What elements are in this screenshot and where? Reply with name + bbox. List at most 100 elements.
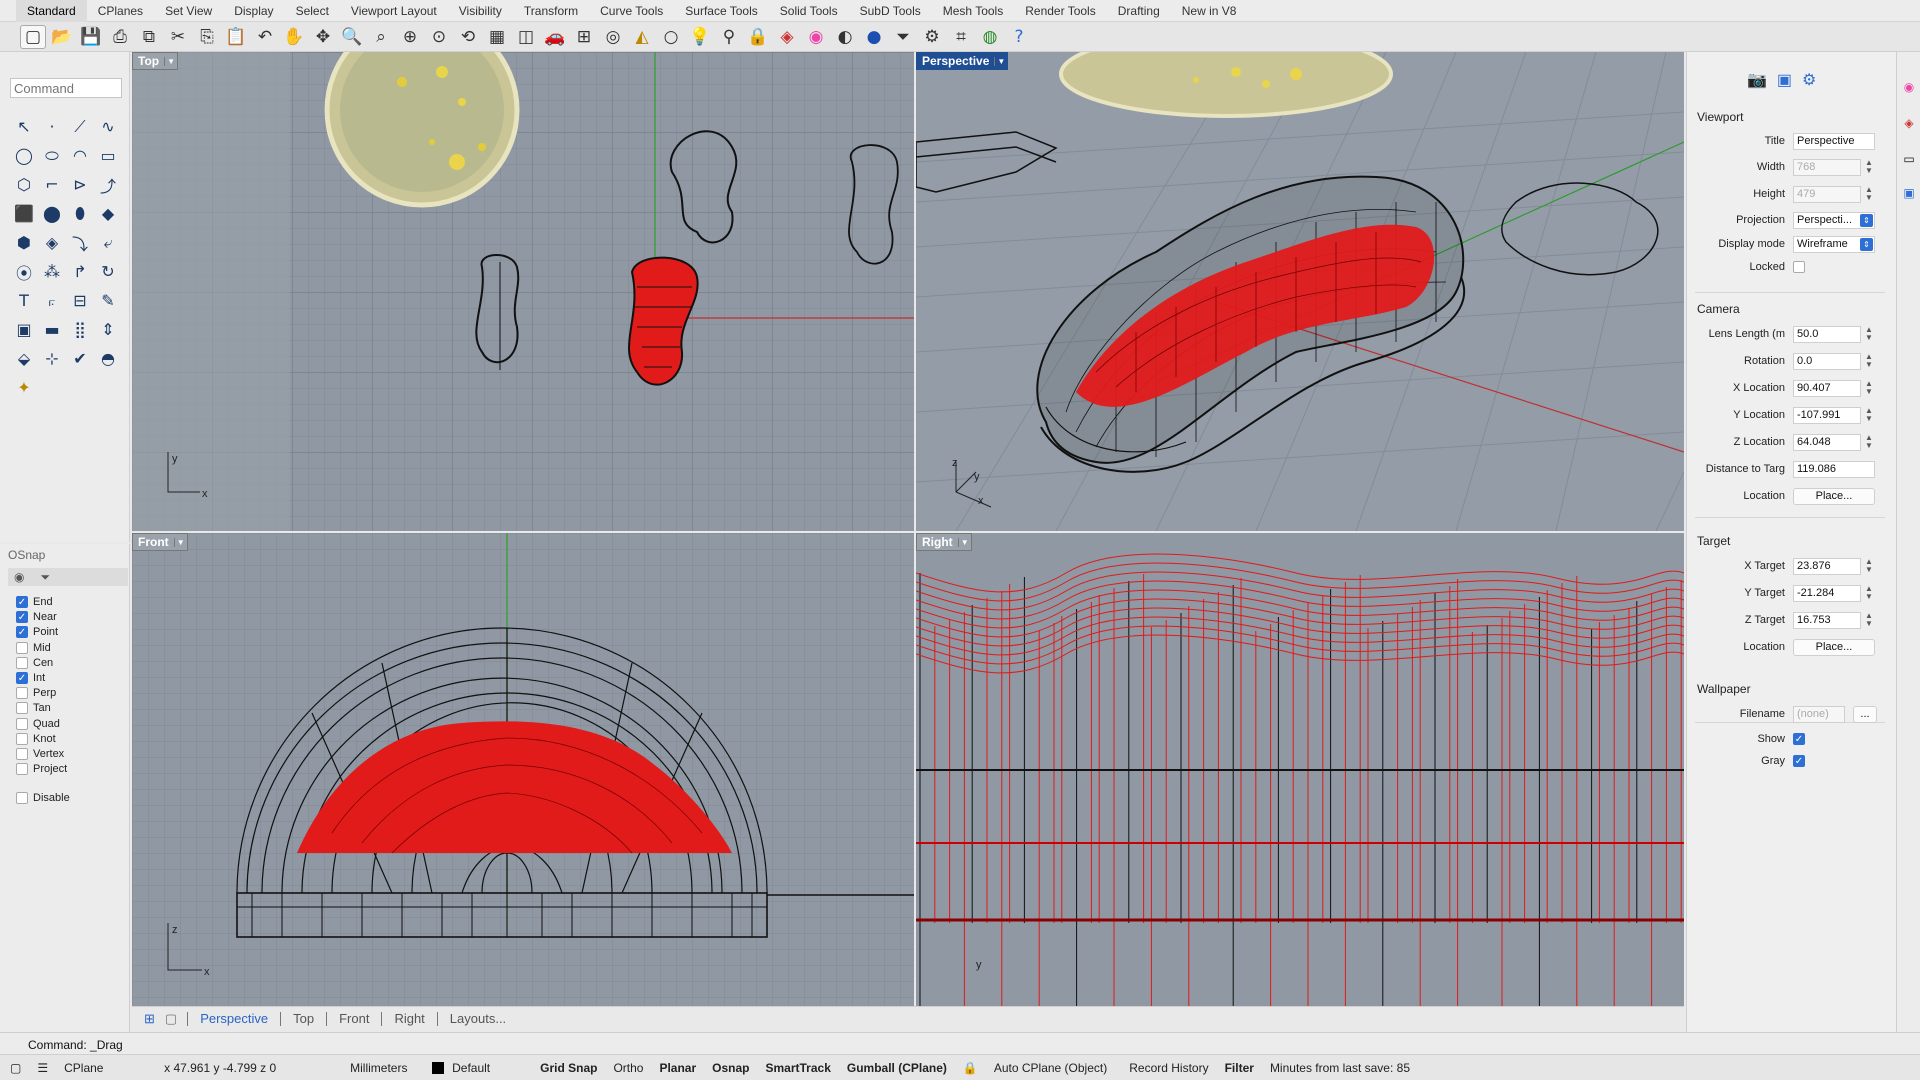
split-icon[interactable]: ⤶: [94, 228, 122, 257]
cylinder-icon[interactable]: ⬮: [66, 199, 94, 228]
transform-icon[interactable]: ⇕: [94, 315, 122, 344]
options-gear-icon[interactable]: ⚙: [919, 25, 945, 49]
pen-icon[interactable]: ✎: [94, 286, 122, 315]
x-target-stepper-icon[interactable]: ▲ ▼: [1864, 558, 1874, 574]
curve-icon[interactable]: ∿: [94, 112, 122, 141]
layers-icon[interactable]: ◈: [1902, 116, 1916, 130]
dimension-icon[interactable]: ⟔: [38, 286, 66, 315]
offset-icon[interactable]: ⊳: [66, 170, 94, 199]
print-icon[interactable]: ⎙: [107, 25, 133, 49]
projection-select[interactable]: Perspecti... ⇕: [1793, 211, 1875, 229]
osnap-item-project[interactable]: Project: [16, 763, 67, 776]
chevron-down-icon[interactable]: ▼: [173, 537, 187, 547]
status-filter[interactable]: Filter: [1217, 1061, 1262, 1075]
osnap-checkbox[interactable]: [16, 763, 28, 776]
arc-icon[interactable]: ◠: [66, 141, 94, 170]
layers-icon[interactable]: ◈: [774, 25, 800, 49]
chevron-down-icon[interactable]: ▼: [994, 56, 1007, 66]
show-checkbox[interactable]: ✓: [1793, 733, 1805, 745]
osnap-checkbox[interactable]: [16, 748, 28, 760]
bend-icon[interactable]: ↱: [66, 257, 94, 286]
status-grid-snap[interactable]: Grid Snap: [532, 1061, 605, 1075]
bulb-icon[interactable]: ⚲: [716, 25, 742, 49]
subd-icon[interactable]: ⬢: [10, 228, 38, 257]
y-location-field[interactable]: -107.991: [1793, 406, 1861, 424]
zoom-icon[interactable]: 🔍: [339, 25, 365, 49]
osnap-item-vertex[interactable]: Vertex: [16, 748, 64, 760]
osnap-checkbox[interactable]: [16, 732, 28, 745]
x-location-field[interactable]: 90.407: [1793, 379, 1861, 397]
z-target-field[interactable]: 16.753: [1793, 611, 1861, 629]
grid-icon[interactable]: ⊞: [571, 25, 597, 49]
z-target-stepper-icon[interactable]: ▲ ▼: [1864, 612, 1874, 628]
osnap-checkbox[interactable]: ✓: [16, 596, 28, 608]
rotate-view-icon[interactable]: ⟲: [455, 25, 481, 49]
text-icon[interactable]: T: [10, 286, 38, 315]
tab-surface-tools[interactable]: Surface Tools: [674, 0, 769, 22]
grid-snap-icon[interactable]: ⌗: [948, 25, 974, 49]
y-target-field[interactable]: -21.284: [1793, 584, 1861, 602]
vp-tab-layouts[interactable]: Layouts...: [438, 1011, 518, 1026]
tab-set-view[interactable]: Set View: [154, 0, 223, 22]
osnap-item-quad[interactable]: Quad: [16, 717, 60, 730]
status-cplane[interactable]: CPlane: [56, 1061, 156, 1075]
command-line[interactable]: Command: _Drag: [0, 1032, 1920, 1056]
filter-icon[interactable]: ⏷: [890, 25, 916, 49]
osnap-item-point[interactable]: ✓ Point: [16, 626, 58, 639]
lens-stepper-icon[interactable]: ▲ ▼: [1864, 326, 1874, 342]
browse-button[interactable]: ...: [1853, 705, 1877, 723]
z-location-stepper-icon[interactable]: ▲ ▼: [1864, 434, 1874, 450]
sphere-icon[interactable]: ○: [658, 25, 684, 49]
osnap-tab-icon[interactable]: ◉: [14, 570, 24, 584]
osnap-checkbox[interactable]: [16, 641, 28, 654]
viewport-label-perspective[interactable]: Perspective ▼: [916, 52, 1009, 70]
osnap-checkbox[interactable]: ✓: [16, 672, 28, 684]
shade-icon[interactable]: ◭: [629, 25, 655, 49]
status-gumball[interactable]: Gumball (CPlane): [839, 1061, 955, 1075]
pan-hand-icon[interactable]: ✋: [281, 25, 307, 49]
box-icon[interactable]: ⬛: [10, 199, 38, 228]
four-view-layout-icon[interactable]: ⊞: [144, 1011, 155, 1027]
gray-checkbox[interactable]: ✓: [1793, 755, 1805, 767]
wireframe-icon[interactable]: ◎: [600, 25, 626, 49]
render-icon[interactable]: 💡: [687, 25, 713, 49]
four-viewports-icon[interactable]: ▦: [484, 25, 510, 49]
camera-icon[interactable]: 📷: [1747, 70, 1767, 90]
tab-select[interactable]: Select: [285, 0, 340, 22]
status-osnap[interactable]: Osnap: [704, 1061, 757, 1075]
filename-field[interactable]: (none): [1793, 705, 1845, 723]
status-layer[interactable]: Default: [424, 1061, 532, 1075]
import-icon[interactable]: ⧉: [136, 25, 162, 49]
z-location-field[interactable]: 64.048: [1793, 433, 1861, 451]
undo-icon[interactable]: ↶: [252, 25, 278, 49]
array-icon[interactable]: ⊟: [66, 286, 94, 315]
single-view-layout-icon[interactable]: ▢: [165, 1011, 177, 1027]
front-viewport-canvas[interactable]: z x: [132, 533, 914, 1006]
status-units[interactable]: Millimeters: [342, 1061, 424, 1075]
point-icon[interactable]: ·: [38, 112, 66, 141]
right-viewport-canvas[interactable]: y: [916, 533, 1684, 1006]
select-arrow-icon[interactable]: ↖: [10, 112, 38, 141]
osnap-checkbox[interactable]: [16, 717, 28, 730]
top-viewport-canvas[interactable]: y x: [132, 52, 914, 531]
x-location-stepper-icon[interactable]: ▲ ▼: [1864, 380, 1874, 396]
tab-display[interactable]: Display: [223, 0, 284, 22]
render-props-icon[interactable]: ⚙: [1802, 70, 1816, 90]
car-icon[interactable]: 🚗: [542, 25, 568, 49]
viewport-label-top[interactable]: Top ▼: [132, 52, 179, 70]
rectangle-icon[interactable]: ▭: [94, 141, 122, 170]
osnap-checkbox[interactable]: ✓: [16, 611, 28, 624]
tab-mesh-tools[interactable]: Mesh Tools: [932, 0, 1014, 22]
viewport-right[interactable]: y Right ▼: [916, 533, 1684, 1006]
status-auto-cplane[interactable]: Auto CPlane (Object): [986, 1061, 1115, 1075]
zoom-selected-icon[interactable]: ⊙: [426, 25, 452, 49]
tab-subd-tools[interactable]: SubD Tools: [849, 0, 932, 22]
tab-solid-tools[interactable]: Solid Tools: [769, 0, 849, 22]
status-planar[interactable]: Planar: [651, 1061, 704, 1075]
osnap-checkbox[interactable]: [16, 702, 28, 715]
osnap-item-mid[interactable]: Mid: [16, 641, 51, 654]
display-mode-select[interactable]: Wireframe ⇕: [1793, 235, 1875, 253]
color-wheel-icon[interactable]: ◉: [803, 25, 829, 49]
tab-transform[interactable]: Transform: [513, 0, 589, 22]
viewport-props-icon[interactable]: ▣: [1777, 70, 1792, 90]
